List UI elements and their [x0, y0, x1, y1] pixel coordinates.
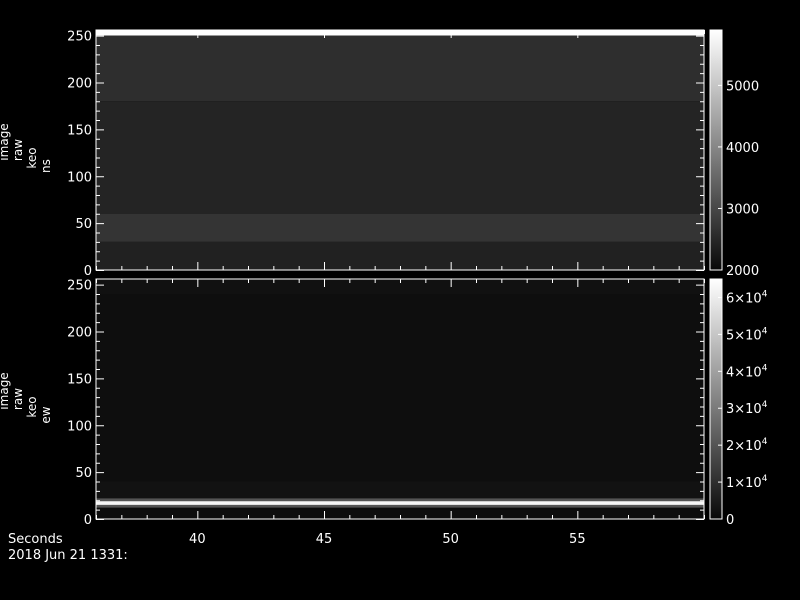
keogram-figure: 050100150200250image raw keo ns200030004000… — [0, 29, 768, 563]
timestamp-label: 2018 Jun 21 1331: — [8, 548, 128, 563]
y-tick-label: 150 — [67, 123, 92, 138]
colorbar-tick-label: 5000 — [726, 79, 759, 94]
y-axis-label-line: keo — [25, 147, 39, 168]
colorbar-tick-label: 6×104 — [726, 289, 768, 306]
colorbar-tick-label: 4×104 — [726, 363, 768, 380]
colorbar-tick-base: 1×10 — [726, 476, 762, 491]
colorbar-tick-base: 0 — [726, 513, 734, 528]
x-tick-label: 55 — [569, 532, 586, 547]
y-tick-label: 100 — [67, 170, 92, 185]
y-axis-label-line: image — [0, 123, 11, 160]
colorbar-tick-base: 6×10 — [726, 291, 762, 306]
y-axis-label-line: raw — [11, 139, 25, 161]
x-axis-title: Seconds — [8, 532, 63, 547]
colorbar-tick-label: 2×104 — [726, 437, 768, 454]
y-tick-label: 0 — [84, 264, 92, 279]
colorbar-tick-base: 4000 — [726, 141, 759, 156]
y-axis-label-line: raw — [11, 388, 25, 410]
y-tick-label: 50 — [75, 466, 92, 481]
y-tick-label: 200 — [67, 326, 92, 341]
heatmap-band — [96, 101, 704, 214]
colorbar — [709, 278, 723, 520]
colorbar-tick-label: 0 — [726, 513, 734, 528]
y-tick-label: 200 — [67, 77, 92, 92]
heatmap-band — [96, 241, 704, 270]
heatmap-band — [96, 501, 704, 505]
x-tick-label: 40 — [189, 532, 206, 547]
heatmap-panel-ns: 0 50 100 150 200 250 image raw keo ns 2000 3000 4000… — [0, 29, 759, 279]
colorbar-tick-exponent: 4 — [762, 326, 768, 336]
colorbar-tick-exponent: 4 — [762, 400, 768, 410]
y-axis-label-line: ns — [39, 159, 53, 173]
x-tick-label: 50 — [442, 532, 459, 547]
y-tick-label: 50 — [75, 217, 92, 232]
colorbar-tick-label: 3000 — [726, 202, 759, 217]
colorbar-tick-label: 4000 — [726, 141, 759, 156]
heatmap-band — [96, 481, 704, 499]
colorbar-tick-label: 1×104 — [726, 474, 768, 491]
colorbar-tick-exponent: 4 — [762, 474, 768, 484]
colorbar-tick-exponent: 4 — [762, 363, 768, 373]
heatmap-band — [96, 498, 704, 502]
heatmap-band — [96, 35, 704, 102]
colorbar-tick-base: 2000 — [726, 264, 759, 279]
colorbar-tick-label: 5×104 — [726, 326, 768, 343]
colorbar-tick-base: 4×10 — [726, 365, 762, 380]
colorbar — [709, 29, 723, 271]
colorbar-tick-base: 5000 — [726, 79, 759, 94]
colorbar-tick-base: 5×10 — [726, 328, 762, 343]
heatmap-band — [96, 504, 704, 508]
colorbar-tick-base: 3000 — [726, 202, 759, 217]
colorbar-tick-base: 3×10 — [726, 402, 762, 417]
y-axis-label-line: ew — [39, 406, 53, 423]
colorbar-tick-label: 3×104 — [726, 400, 768, 417]
x-tick-label: 45 — [316, 532, 333, 547]
colorbar-tick-base: 2×10 — [726, 439, 762, 454]
y-tick-label: 150 — [67, 372, 92, 387]
y-axis-label-line: image — [0, 372, 11, 409]
y-axis-label-line: keo — [25, 396, 39, 417]
y-tick-label: 0 — [84, 513, 92, 528]
colorbar-tick-label: 2000 — [726, 264, 759, 279]
colorbar-tick-exponent: 4 — [762, 437, 768, 447]
colorbar-tick-exponent: 4 — [762, 289, 768, 299]
y-tick-label: 250 — [67, 30, 92, 45]
y-tick-label: 250 — [67, 279, 92, 294]
heatmap-band — [96, 294, 704, 482]
heatmap-band — [96, 213, 704, 242]
y-tick-label: 100 — [67, 419, 92, 434]
heatmap-panel-ew: 050100150200250image raw keo ew01×1042×1043… — [0, 278, 768, 528]
